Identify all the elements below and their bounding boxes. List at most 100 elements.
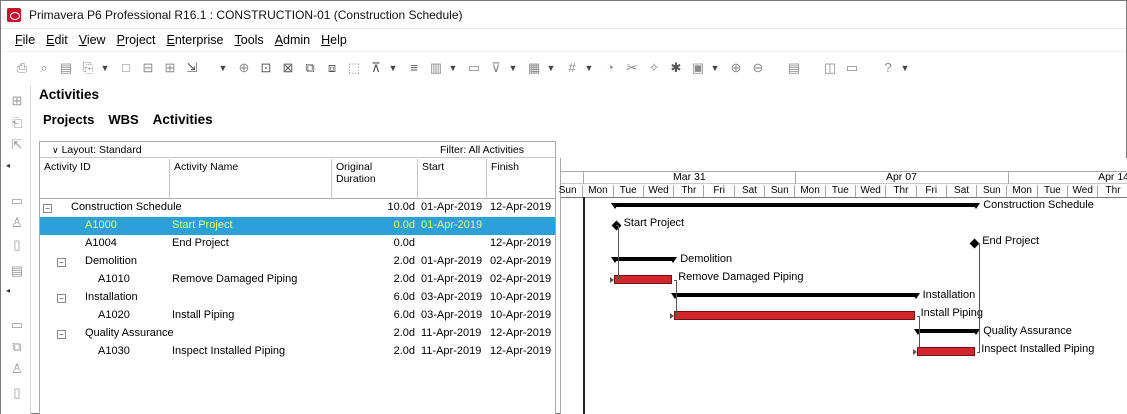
cell-start[interactable]: 01-Apr-2019 [421, 201, 482, 213]
activity-row[interactable]: A1020 Install Piping 6.0d 03-Apr-2019 10-Apr… [40, 307, 555, 325]
cell-start[interactable]: 01-Apr-2019 [421, 255, 482, 267]
dissolve-icon[interactable]: ⊠ [279, 59, 297, 77]
print-icon[interactable]: ⎙ [13, 59, 31, 77]
cell-finish[interactable]: 12-Apr-2019 [490, 237, 551, 249]
add-project-icon[interactable]: ⊞ [9, 93, 25, 109]
wbs-row[interactable]: − Demolition 2.0d 01-Apr-2019 02-Apr-2019 [40, 253, 555, 271]
cell-original-duration[interactable]: 2.0d [340, 273, 415, 285]
delete-icon[interactable]: ⊡ [257, 59, 275, 77]
cell-finish[interactable]: 10-Apr-2019 [490, 309, 551, 321]
bars-icon[interactable]: ⊼ [367, 59, 385, 77]
group-dropdown-icon[interactable]: ▼ [449, 59, 458, 77]
column-header-start[interactable]: Start [418, 159, 487, 199]
cursor-icon[interactable]: ⇱ [9, 137, 25, 153]
menu-project[interactable]: Project [117, 33, 156, 47]
activity-bar[interactable] [674, 311, 915, 320]
wbs-row[interactable]: − Construction Schedule 10.0d 01-Apr-2019 12… [40, 199, 555, 217]
cell-start[interactable]: 01-Apr-2019 [421, 219, 482, 231]
menu-view[interactable]: View [79, 33, 106, 47]
cell-activity-id[interactable]: Installation [85, 291, 138, 303]
menu-enterprise[interactable]: Enterprise [167, 33, 224, 47]
menu-admin[interactable]: Admin [275, 33, 310, 47]
cell-original-duration[interactable]: 2.0d [340, 345, 415, 357]
window-icon[interactable]: ◫ [821, 59, 839, 77]
spotlight-icon[interactable]: ✱ [667, 59, 685, 77]
tracking-icon[interactable]: ▭ [9, 317, 25, 333]
cell-original-duration[interactable]: 6.0d [340, 309, 415, 321]
cell-finish[interactable]: 10-Apr-2019 [490, 291, 551, 303]
cell-activity-name[interactable]: Remove Damaged Piping [172, 273, 297, 285]
resources-icon[interactable]: ♙ [9, 361, 25, 377]
reports-dropdown-icon[interactable]: ▼ [711, 59, 720, 77]
report-icon[interactable]: ▤ [9, 263, 25, 279]
unlink-icon[interactable]: ⧈ [323, 59, 341, 77]
activity-row[interactable]: A1010 Remove Damaged Piping 2.0d 01-Apr-201… [40, 271, 555, 289]
layout-icon[interactable]: ⬚ [345, 59, 363, 77]
cut-icon[interactable]: ⊟ [139, 59, 157, 77]
add-icon[interactable]: ⊕ [235, 59, 253, 77]
summary-bar[interactable] [913, 329, 981, 335]
schedule-icon[interactable]: ▦ [525, 59, 543, 77]
cell-activity-id[interactable]: Demolition [85, 255, 137, 267]
cell-activity-id[interactable]: Quality Assurance [85, 327, 174, 339]
open-icon[interactable]: ⎗ [9, 115, 25, 131]
cell-original-duration[interactable]: 0.0d [340, 237, 415, 249]
cell-activity-name[interactable]: Install Piping [172, 309, 234, 321]
layout-selector[interactable]: ∨ Layout: Standard [52, 144, 142, 156]
cell-start[interactable]: 03-Apr-2019 [421, 291, 482, 303]
zoom-out-icon[interactable]: ⊖ [749, 59, 767, 77]
group-icon[interactable]: ▥ [427, 59, 445, 77]
cell-original-duration[interactable]: 0.0d [340, 219, 415, 231]
progress-icon[interactable]: ◔ [601, 59, 619, 77]
help-dropdown-icon[interactable]: ▼ [901, 59, 910, 77]
undo-icon[interactable]: □ [117, 59, 135, 77]
menu-edit[interactable]: Edit [46, 33, 68, 47]
cell-original-duration[interactable]: 10.0d [340, 201, 415, 213]
page-icon[interactable]: ▯ [9, 385, 25, 401]
page-setup-icon[interactable]: ▤ [57, 59, 75, 77]
copy-icon[interactable]: ⊞ [161, 59, 179, 77]
publish-dropdown-icon[interactable]: ▼ [101, 59, 110, 77]
zoom-in-icon[interactable]: ⊕ [727, 59, 745, 77]
print-preview-icon[interactable]: ⌕ [35, 59, 53, 77]
cell-activity-id[interactable]: A1030 [98, 345, 130, 357]
activity-row[interactable]: A1030 Inspect Installed Piping 2.0d 11-Apr-… [40, 343, 555, 361]
level-dropdown-icon[interactable]: ▼ [585, 59, 594, 77]
assign-dropdown-icon[interactable]: ▼ [219, 59, 228, 77]
cell-original-duration[interactable]: 6.0d [340, 291, 415, 303]
cell-start[interactable]: 03-Apr-2019 [421, 309, 482, 321]
summary-bar[interactable] [610, 203, 981, 209]
assign-icon[interactable]: ⇲ [183, 59, 201, 77]
summary-bar[interactable] [610, 257, 678, 263]
cell-activity-id[interactable]: Construction Schedule [71, 201, 182, 213]
level-icon[interactable]: # [563, 59, 581, 77]
cell-activity-id[interactable]: A1004 [85, 237, 117, 249]
column-header-original-duration[interactable]: Original Duration [332, 159, 418, 199]
column-header-finish[interactable]: Finish [487, 159, 555, 199]
collapse-arrow-icon[interactable]: ◂ [6, 161, 16, 171]
folder-icon[interactable]: ▭ [9, 193, 25, 209]
wbs-row[interactable]: − Quality Assurance 2.0d 11-Apr-2019 12-Apr-… [40, 325, 555, 343]
apply-actuals-icon[interactable]: ✧ [645, 59, 663, 77]
activity-bar[interactable] [916, 347, 976, 356]
comment-icon[interactable]: ▭ [843, 59, 861, 77]
tab-projects[interactable]: Projects [43, 112, 94, 127]
columns-icon[interactable]: ≡ [405, 59, 423, 77]
user-icon[interactable]: ♙ [9, 215, 25, 231]
cell-activity-name[interactable]: Inspect Installed Piping [172, 345, 285, 357]
column-header-activity-id[interactable]: Activity ID [40, 159, 170, 199]
split-icon[interactable]: ▤ [785, 59, 803, 77]
wbs-row[interactable]: − Installation 6.0d 03-Apr-2019 10-Apr-2019 [40, 289, 555, 307]
activity-row[interactable]: A1004 End Project 0.0d 12-Apr-2019 [40, 235, 555, 253]
menu-tools[interactable]: Tools [235, 33, 264, 47]
cell-start[interactable]: 11-Apr-2019 [421, 345, 481, 357]
cell-activity-name[interactable]: End Project [172, 237, 229, 249]
cell-activity-id[interactable]: A1020 [98, 309, 130, 321]
cell-finish[interactable]: 12-Apr-2019 [490, 201, 551, 213]
publish-icon[interactable]: ⎘ [79, 59, 97, 77]
activity-bar[interactable] [613, 275, 673, 284]
cell-finish[interactable]: 12-Apr-2019 [490, 345, 551, 357]
cell-activity-name[interactable]: Start Project [172, 219, 233, 231]
filter-icon[interactable]: ⊽ [487, 59, 505, 77]
collapse-arrow-icon[interactable]: ◂ [6, 286, 16, 296]
